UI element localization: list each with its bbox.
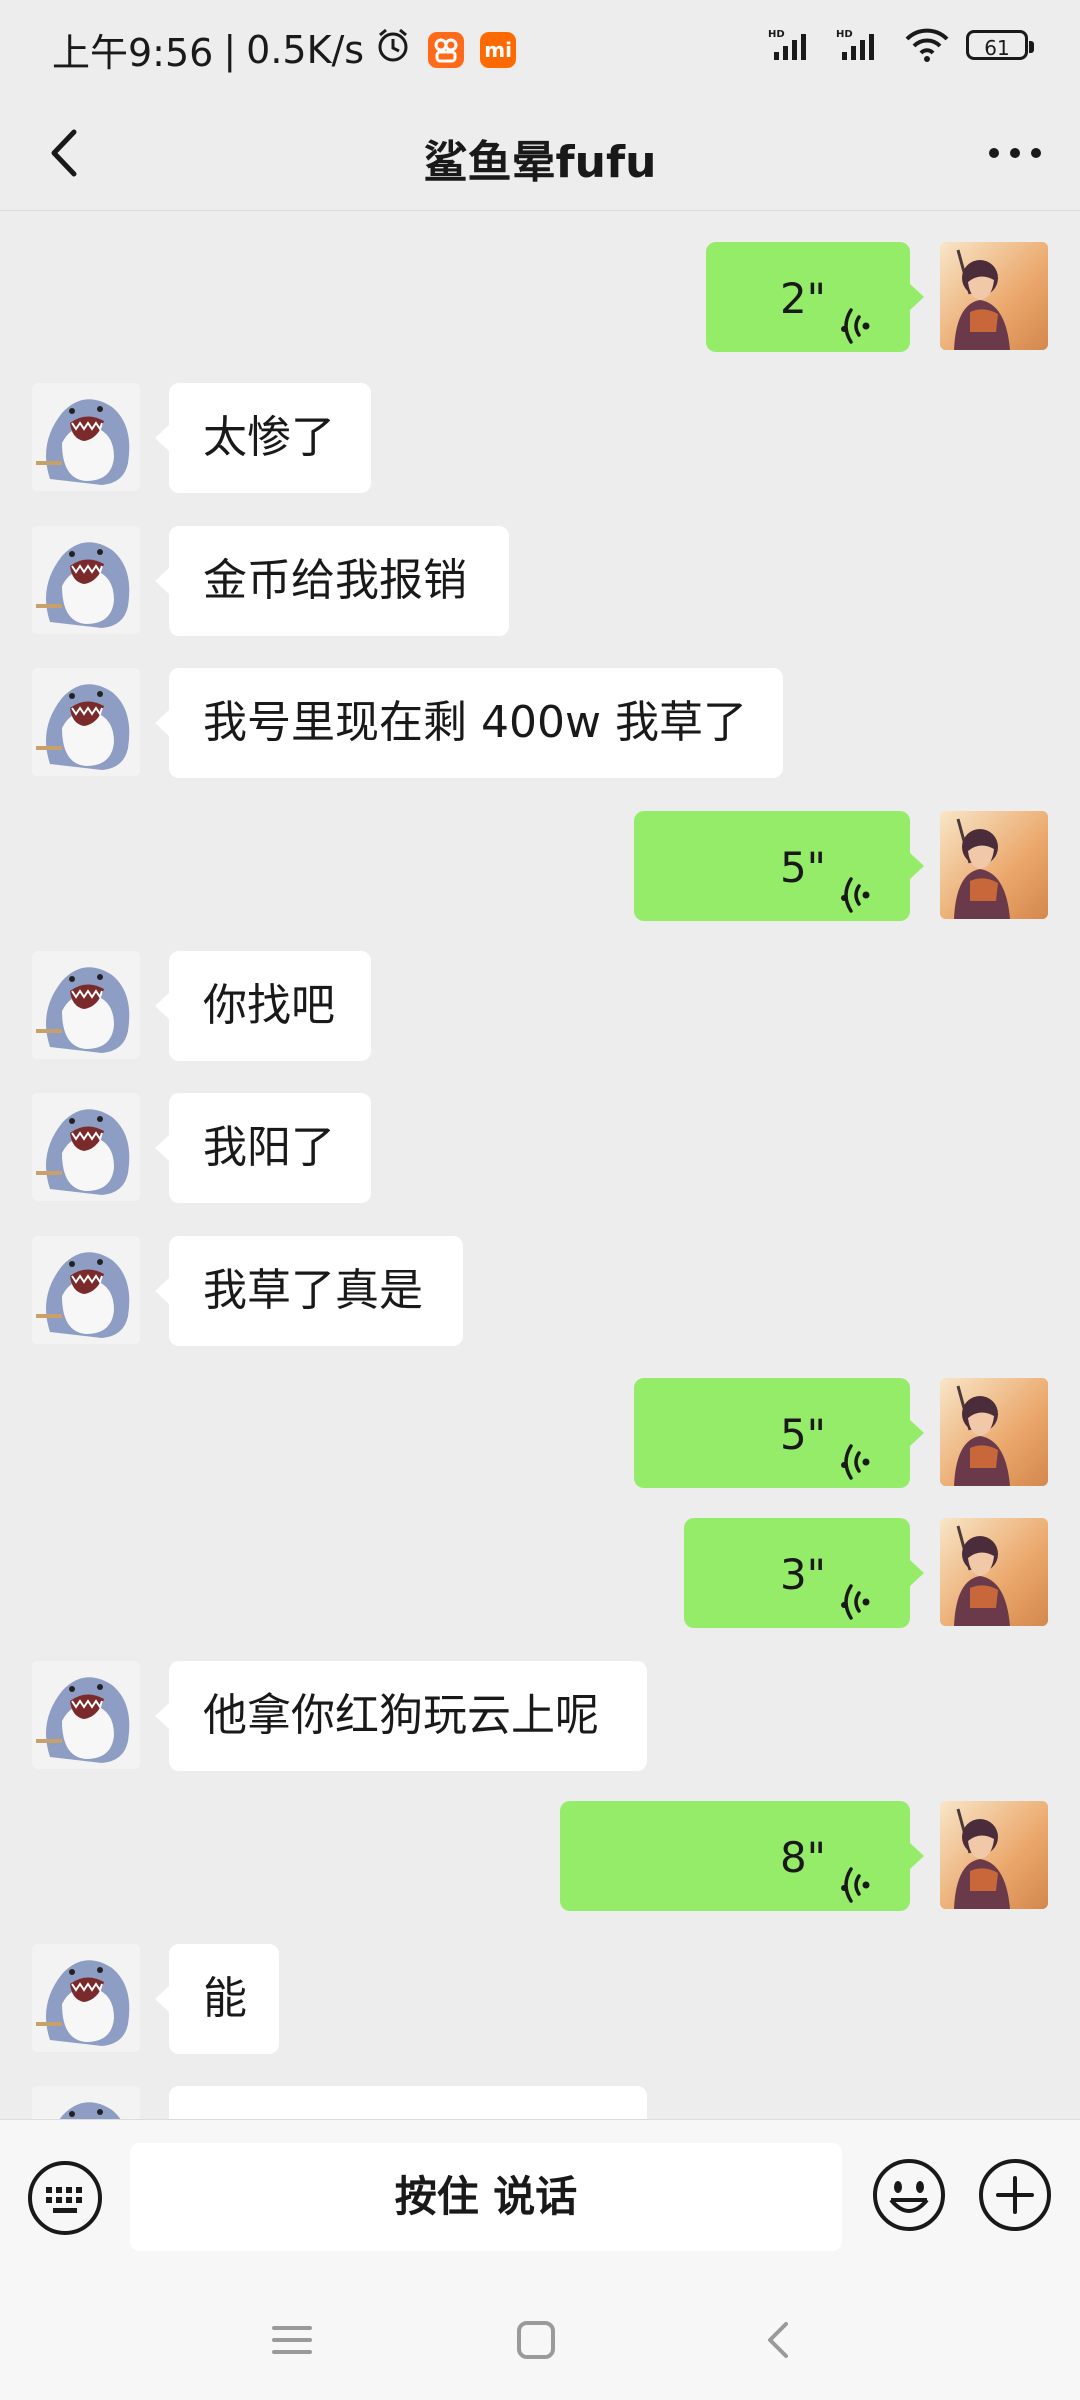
alarm-icon [374, 26, 412, 73]
my-avatar[interactable] [940, 1378, 1048, 1486]
text-message-bubble[interactable]: 我号里现在剩 400w 我草了 [155, 668, 783, 778]
mi-app-icon: mi [480, 31, 517, 68]
message-row-incoming: 金币给我报销 [0, 526, 1080, 636]
message-text: 他拿你红狗玩云上呢 [203, 1690, 599, 1741]
svg-text:HD: HD [836, 29, 853, 40]
back-icon[interactable] [750, 2310, 810, 2370]
message-row-incoming: 太惨了 [0, 383, 1080, 493]
text-message-bubble[interactable]: 我阳了 [155, 1093, 371, 1203]
message-row-outgoing: 2" [0, 242, 1080, 352]
more-dots-icon[interactable] [980, 118, 1050, 188]
hd-signal-icon: HD [836, 29, 874, 60]
message-text: 我号里现在剩 400w 我草了 [203, 697, 747, 748]
network-speed: 0.5K/s [246, 27, 365, 72]
voice-message-bubble[interactable]: 8" [560, 1801, 924, 1911]
voice-message-bubble[interactable]: 5" [634, 811, 924, 921]
voice-duration: 5" [779, 843, 826, 892]
message-row-incoming: 能 [0, 1944, 1080, 2054]
input-bar: 按住 说话 [0, 2119, 1080, 2280]
chat-header: 鲨鱼晕fufu [0, 96, 1080, 211]
menu-icon[interactable] [262, 2310, 322, 2370]
emoji-icon[interactable] [870, 2156, 948, 2234]
system-navigation-bar [0, 2280, 1080, 2400]
chat-title: 鲨鱼晕fufu [423, 137, 657, 188]
contact-avatar[interactable] [32, 383, 140, 491]
my-avatar[interactable] [940, 811, 1048, 919]
voice-message-bubble[interactable]: 2" [706, 242, 924, 352]
message-row-outgoing: 5" [0, 1378, 1080, 1488]
status-bar: 上午9:56 | 0.5K/s mi HD HD 61 [0, 0, 1080, 96]
contact-avatar[interactable] [32, 951, 140, 1059]
voice-wave-icon [838, 1414, 874, 1480]
text-message-bubble[interactable] [169, 2086, 647, 2119]
contact-avatar[interactable] [32, 668, 140, 776]
voice-message-bubble[interactable]: 3" [684, 1518, 924, 1628]
message-row-incoming: 我阳了 [0, 1093, 1080, 1203]
status-time: 上午9:56 [52, 31, 214, 75]
message-text: 太惨了 [203, 412, 335, 463]
message-text: 金币给我报销 [203, 555, 467, 606]
message-row-outgoing: 8" [0, 1801, 1080, 1911]
voice-duration: 5" [779, 1410, 826, 1459]
message-text: 我草了真是 [203, 1265, 423, 1316]
status-divider: | [223, 27, 237, 72]
my-avatar[interactable] [940, 242, 1048, 350]
home-icon[interactable] [506, 2310, 566, 2370]
app-notification-icon [428, 31, 465, 68]
battery-icon: 61 [966, 30, 1034, 60]
wifi-icon [905, 28, 949, 62]
status-right: HD HD 61 [768, 26, 1034, 64]
message-row-incoming: 我号里现在剩 400w 我草了 [0, 668, 1080, 778]
text-message-bubble[interactable]: 你找吧 [155, 951, 371, 1061]
contact-avatar[interactable] [32, 2086, 140, 2119]
hd-signal-icon: HD [768, 29, 806, 60]
message-text: 你找吧 [203, 980, 335, 1031]
voice-wave-icon [838, 847, 874, 913]
text-message-bubble[interactable]: 能 [155, 1944, 279, 2054]
message-row-incoming: 你找吧 [0, 951, 1080, 1061]
svg-text:HD: HD [768, 29, 785, 40]
text-message-bubble[interactable]: 太惨了 [155, 383, 371, 493]
message-list[interactable]: 2" 太惨了金币给我报销我号里现在剩 400w 我草了 5" 你找吧我阳了我草了真是 5… [0, 211, 1080, 2119]
my-avatar[interactable] [940, 1801, 1048, 1909]
message-row-incoming: 他拿你红狗玩云上呢 [0, 1661, 1080, 1771]
hold-to-talk-button[interactable]: 按住 说话 [130, 2143, 842, 2251]
contact-avatar[interactable] [32, 1236, 140, 1344]
voice-duration: 3" [779, 1550, 826, 1599]
contact-avatar[interactable] [32, 526, 140, 634]
text-message-bubble[interactable]: 他拿你红狗玩云上呢 [155, 1661, 647, 1771]
message-row-outgoing: 5" [0, 811, 1080, 921]
message-row-incoming [0, 2086, 1080, 2119]
plus-icon[interactable] [976, 2156, 1054, 2234]
contact-avatar[interactable] [32, 1093, 140, 1201]
voice-wave-icon [838, 1554, 874, 1620]
keyboard-icon[interactable] [26, 2159, 104, 2237]
voice-wave-icon [838, 1837, 874, 1903]
voice-duration: 2" [779, 274, 826, 323]
message-text: 能 [203, 1973, 247, 2024]
battery-level: 61 [984, 36, 1010, 60]
contact-avatar[interactable] [32, 1661, 140, 1769]
message-row-incoming: 我草了真是 [0, 1236, 1080, 1346]
voice-wave-icon [838, 278, 874, 344]
voice-duration: 8" [779, 1833, 826, 1882]
contact-avatar[interactable] [32, 1944, 140, 2052]
message-text: 我阳了 [203, 1122, 335, 1173]
voice-message-bubble[interactable]: 5" [634, 1378, 924, 1488]
text-message-bubble[interactable]: 我草了真是 [155, 1236, 463, 1346]
status-left: 上午9:56 | 0.5K/s mi [52, 22, 517, 77]
my-avatar[interactable] [940, 1518, 1048, 1626]
text-message-bubble[interactable]: 金币给我报销 [155, 526, 509, 636]
message-row-outgoing: 3" [0, 1518, 1080, 1628]
